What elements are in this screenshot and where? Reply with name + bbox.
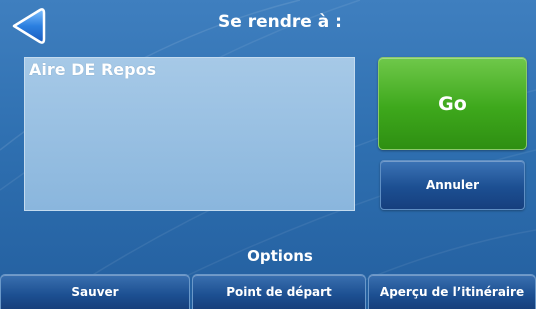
save-button[interactable]: Sauver	[0, 274, 190, 309]
back-button[interactable]	[10, 7, 50, 45]
page-title: Se rendre à :	[218, 12, 342, 32]
options-heading: Options	[247, 247, 313, 265]
go-button[interactable]: Go	[378, 57, 527, 150]
destination-field[interactable]: Aire DE Repos	[24, 57, 355, 211]
cancel-button[interactable]: Annuler	[380, 160, 525, 210]
start-point-button[interactable]: Point de départ	[192, 274, 366, 309]
left-triangle-icon	[12, 8, 46, 44]
destination-text: Aire DE Repos	[29, 60, 157, 79]
screen: Se rendre à : Aire DE Repos Go Annuler O…	[0, 0, 536, 309]
route-preview-button[interactable]: Aperçu de l’itinéraire	[368, 274, 536, 309]
